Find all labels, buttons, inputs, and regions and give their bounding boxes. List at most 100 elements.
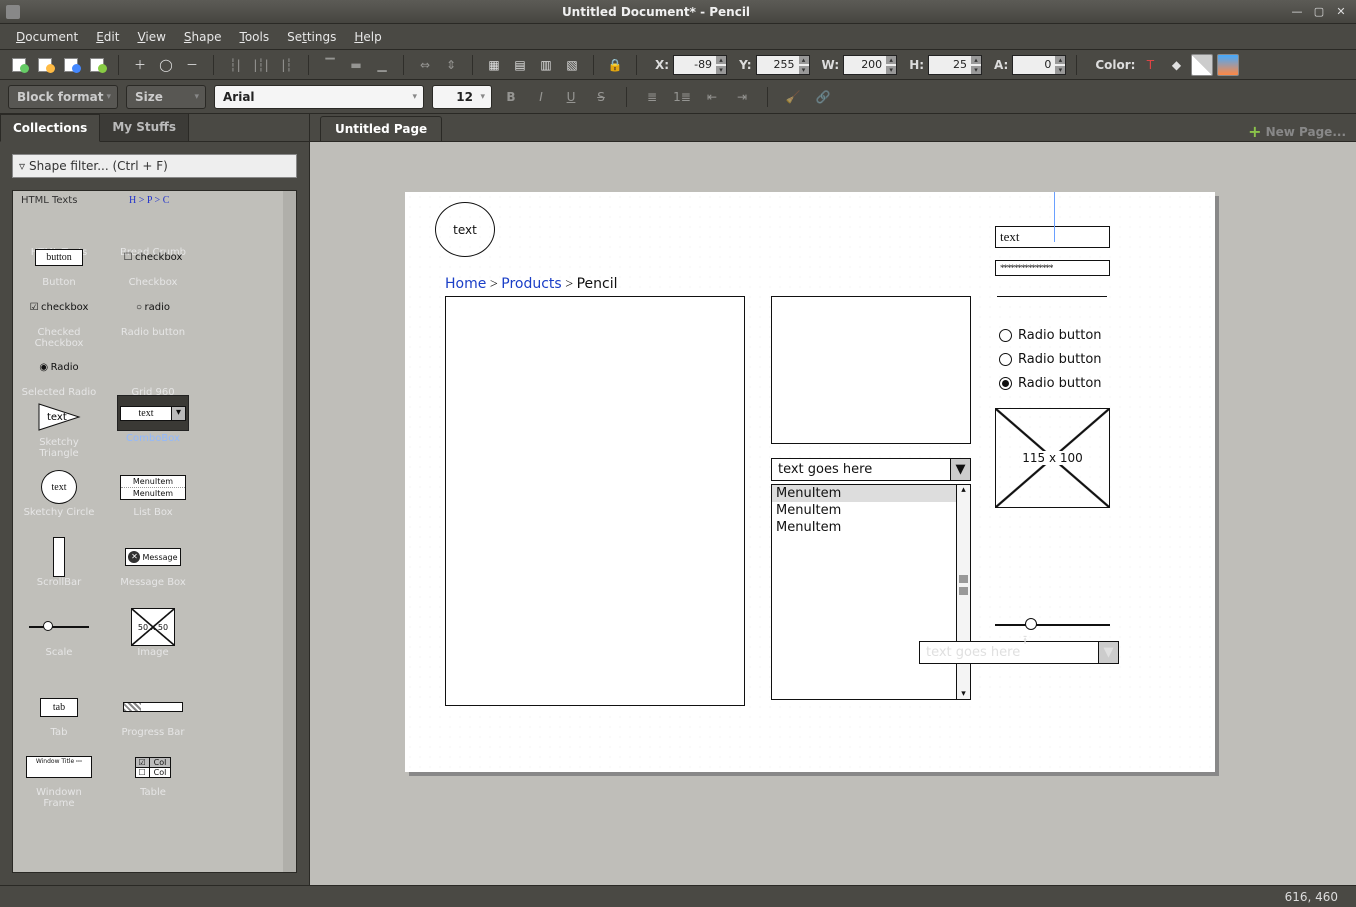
canvas-image-placeholder[interactable]: 115 x 100 bbox=[995, 408, 1110, 508]
save-doc-button[interactable] bbox=[60, 54, 82, 76]
text-color-button[interactable]: T bbox=[1139, 54, 1161, 76]
align-center-button[interactable]: |┆| bbox=[250, 54, 272, 76]
stroke-color-button[interactable]: ◆ bbox=[1165, 54, 1187, 76]
align-right-button[interactable]: |┆ bbox=[276, 54, 298, 76]
font-family-combo[interactable]: Arial▾ bbox=[214, 85, 424, 109]
shape-palette[interactable]: HTML Texts H > P > C HTML Texts Bread Cr… bbox=[12, 190, 297, 873]
canvas-breadcrumb[interactable]: Home > Products > Pencil bbox=[445, 276, 618, 293]
menu-settings[interactable]: Settings bbox=[279, 27, 344, 47]
canvas-listbox[interactable]: MenuItem MenuItem MenuItem ▴ ▾ bbox=[771, 484, 971, 700]
strike-button[interactable]: S bbox=[590, 86, 612, 108]
block-format-combo[interactable]: Block format▾ bbox=[8, 85, 118, 109]
canvas-slider[interactable] bbox=[995, 624, 1110, 626]
clear-format-button[interactable]: 🧹 bbox=[782, 86, 804, 108]
zoom-in-button[interactable]: ＋ bbox=[129, 54, 151, 76]
shape-checkbox[interactable]: ☐ checkbox Checkbox bbox=[113, 239, 193, 288]
link-button[interactable]: 🔗 bbox=[812, 86, 834, 108]
menu-tools[interactable]: Tools bbox=[232, 27, 278, 47]
page-tab-untitled[interactable]: Untitled Page bbox=[320, 116, 442, 141]
menu-view[interactable]: View bbox=[129, 27, 173, 47]
minimize-button[interactable]: — bbox=[1288, 4, 1306, 20]
indent-button[interactable]: ⇥ bbox=[731, 86, 753, 108]
menu-shape[interactable]: Shape bbox=[176, 27, 230, 47]
canvas-box-left[interactable] bbox=[445, 296, 745, 706]
tab-my-stuffs[interactable]: My Stuffs bbox=[100, 114, 189, 141]
canvas-combobox-1[interactable]: text goes here▼ bbox=[771, 458, 971, 481]
align-middle-button[interactable]: ▬ bbox=[345, 54, 367, 76]
font-size-combo[interactable]: 12▾ bbox=[432, 85, 492, 109]
menu-help[interactable]: Help bbox=[346, 27, 389, 47]
shape-image[interactable]: 50 x 50 Image bbox=[113, 609, 193, 658]
tab-collections[interactable]: Collections bbox=[0, 114, 100, 142]
canvas-password-input[interactable]: *************** bbox=[995, 260, 1110, 276]
export-button[interactable] bbox=[86, 54, 108, 76]
plus-icon: + bbox=[1248, 122, 1261, 141]
italic-button[interactable]: I bbox=[530, 86, 552, 108]
listbox-scrollbar[interactable]: ▴ ▾ bbox=[956, 485, 970, 699]
shape-tab[interactable]: tab Tab bbox=[19, 689, 99, 738]
canvas-radio-3[interactable]: Radio button bbox=[999, 376, 1102, 391]
new-page-button[interactable]: +New Page... bbox=[1248, 122, 1346, 141]
list-item[interactable]: MenuItem bbox=[772, 485, 956, 502]
canvas-text-input[interactable]: text bbox=[995, 226, 1110, 248]
shape-scale[interactable]: Scale bbox=[19, 609, 99, 658]
svg-text:text: text bbox=[47, 412, 67, 423]
zoom-reset-button[interactable]: ◯ bbox=[155, 54, 177, 76]
menu-document[interactable]: Document bbox=[8, 27, 86, 47]
list-item[interactable]: MenuItem bbox=[772, 502, 956, 519]
bold-button[interactable]: B bbox=[500, 86, 522, 108]
lock-button[interactable]: 🔒 bbox=[604, 54, 626, 76]
send-back-button[interactable]: ▧ bbox=[561, 54, 583, 76]
gradient-button[interactable] bbox=[1217, 54, 1239, 76]
shape-scrollbar[interactable]: ScrollBar bbox=[19, 539, 99, 588]
font-size-name-combo[interactable]: Size▾ bbox=[126, 85, 206, 109]
align-top-button[interactable]: ▔ bbox=[319, 54, 341, 76]
bullet-list-button[interactable]: ≣ bbox=[641, 86, 663, 108]
drawing-page[interactable]: text Home > Products > Pencil text *****… bbox=[405, 192, 1215, 772]
fill-color-button[interactable] bbox=[1191, 54, 1213, 76]
underline-button[interactable]: U bbox=[560, 86, 582, 108]
shape-selected-radio[interactable]: ◉ Radio Selected Radio bbox=[19, 349, 99, 398]
shape-grid-960[interactable]: Grid 960 bbox=[113, 349, 193, 398]
canvas-radio-2[interactable]: Radio button bbox=[999, 352, 1102, 367]
new-doc-button[interactable] bbox=[8, 54, 30, 76]
canvas-box-mid[interactable] bbox=[771, 296, 971, 444]
shape-sketchy-triangle[interactable]: text Sketchy Triangle bbox=[19, 399, 99, 459]
shape-sketchy-circle[interactable]: text Sketchy Circle bbox=[19, 469, 99, 518]
align-bottom-button[interactable]: ▁ bbox=[371, 54, 393, 76]
shape-radio-button[interactable]: ○ radio Radio button bbox=[113, 289, 193, 338]
category-html-texts: HTML Texts bbox=[21, 195, 77, 206]
dist-v-button[interactable]: ⇕ bbox=[440, 54, 462, 76]
shape-window-frame[interactable]: Window Title ▫▫▫ Windown Frame bbox=[19, 749, 99, 809]
canvas-sketchy-circle[interactable]: text bbox=[435, 202, 495, 257]
shape-combobox[interactable]: text▾ ComboBox bbox=[113, 395, 193, 444]
bring-front-button[interactable]: ▦ bbox=[483, 54, 505, 76]
shape-button[interactable]: button Button bbox=[19, 239, 99, 288]
palette-scrollbar[interactable] bbox=[283, 191, 296, 872]
menu-bar: Document Edit View Shape Tools Settings … bbox=[0, 24, 1356, 50]
menu-edit[interactable]: Edit bbox=[88, 27, 127, 47]
bring-forward-button[interactable]: ▤ bbox=[509, 54, 531, 76]
send-backward-button[interactable]: ▥ bbox=[535, 54, 557, 76]
canvas-radio-1[interactable]: Radio button bbox=[999, 328, 1102, 343]
color-label: Color: bbox=[1095, 58, 1135, 72]
zoom-out-button[interactable]: － bbox=[181, 54, 203, 76]
number-list-button[interactable]: 1≣ bbox=[671, 86, 693, 108]
canvas-viewport[interactable]: text Home > Products > Pencil text *****… bbox=[310, 142, 1356, 885]
shape-table[interactable]: ☑Col☐Col Table bbox=[113, 749, 193, 798]
close-button[interactable]: ✕ bbox=[1332, 4, 1350, 20]
shape-filter-input[interactable]: ▿ Shape filter... (Ctrl + F) bbox=[12, 154, 297, 178]
list-item[interactable]: MenuItem bbox=[772, 519, 956, 536]
shape-list-box[interactable]: MenuItemMenuItem List Box bbox=[113, 469, 193, 518]
shape-message-box[interactable]: ✕Message Message Box bbox=[113, 539, 193, 588]
open-doc-button[interactable] bbox=[34, 54, 56, 76]
align-left-button[interactable]: ┆| bbox=[224, 54, 246, 76]
dist-h-button[interactable]: ⇔ bbox=[414, 54, 436, 76]
shape-progress-bar[interactable]: Progress Bar bbox=[113, 689, 193, 738]
canvas-divider[interactable] bbox=[997, 296, 1107, 297]
sidebar-tabs: Collections My Stuffs bbox=[0, 114, 309, 142]
maximize-button[interactable]: ▢ bbox=[1310, 4, 1328, 20]
shape-checked-checkbox[interactable]: ☑ checkbox Checked Checkbox bbox=[19, 289, 99, 349]
canvas-combobox-floating[interactable]: text goes here▼ ⭱ bbox=[919, 641, 1119, 664]
outdent-button[interactable]: ⇤ bbox=[701, 86, 723, 108]
